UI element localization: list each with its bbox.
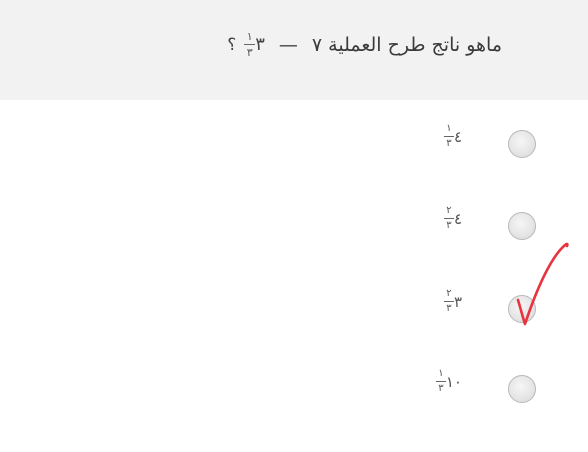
fraction-bar [435,381,446,382]
fraction-bar [244,44,256,45]
operand-numerator: ١ [246,30,253,43]
answer-option-1[interactable]: ١ ٣ ٤ [0,116,588,176]
minus-sign: — [278,33,298,56]
option-label: ٢ ٣ ٤ [442,206,462,231]
question-mark: ؟ [227,34,237,55]
question-bar: ماهو ناتج طرح العملية ٧ — ١ ٣ ٣ ؟ [0,0,588,100]
option-fraction: ٢ ٣ [443,205,454,231]
handwritten-checkmark-icon [516,242,569,326]
answer-option-2[interactable]: ٢ ٣ ٤ [0,198,588,258]
radio-button[interactable] [508,375,536,403]
option-whole: ١٠ [445,372,462,391]
option-denominator: ٣ [446,138,452,149]
answer-option-4[interactable]: ١ ٣ ١٠ [0,361,588,421]
question-operand: ١ ٣ ٣ [242,31,265,58]
answer-option-3[interactable]: ٢ ٣ ٣ [0,281,588,341]
option-fraction: ٢ ٣ [443,288,454,314]
fraction-bar [443,301,454,302]
quiz-page: ماهو ناتج طرح العملية ٧ — ١ ٣ ٣ ؟ ١ ٣ ٤ [0,0,588,452]
option-fraction: ١ ٣ [443,123,454,149]
option-label: ١ ٣ ٤ [442,124,462,149]
operand-fraction: ١ ٣ [244,30,256,59]
radio-button[interactable] [508,130,536,158]
fraction-bar [443,218,454,219]
operand-denominator: ٣ [246,46,253,59]
option-whole: ٤ [453,209,462,228]
option-numerator: ٢ [446,288,452,299]
option-fraction: ١ ٣ [435,368,446,394]
option-label: ١ ٣ ١٠ [434,369,462,394]
option-numerator: ١ [438,368,444,379]
question-text: ماهو ناتج طرح العملية ٧ — ١ ٣ ٣ ؟ [227,31,502,58]
operand-whole: ٣ [255,34,265,55]
radio-button[interactable] [508,212,536,240]
option-label: ٢ ٣ ٣ [442,289,462,314]
option-denominator: ٣ [446,303,452,314]
option-whole: ٣ [453,292,462,311]
question-prefix: ماهو ناتج طرح العملية ٧ [311,33,502,56]
option-denominator: ٣ [438,383,444,394]
fraction-bar [443,136,454,137]
option-denominator: ٣ [446,220,452,231]
option-numerator: ٢ [446,205,452,216]
option-whole: ٤ [453,127,462,146]
option-numerator: ١ [446,123,452,134]
